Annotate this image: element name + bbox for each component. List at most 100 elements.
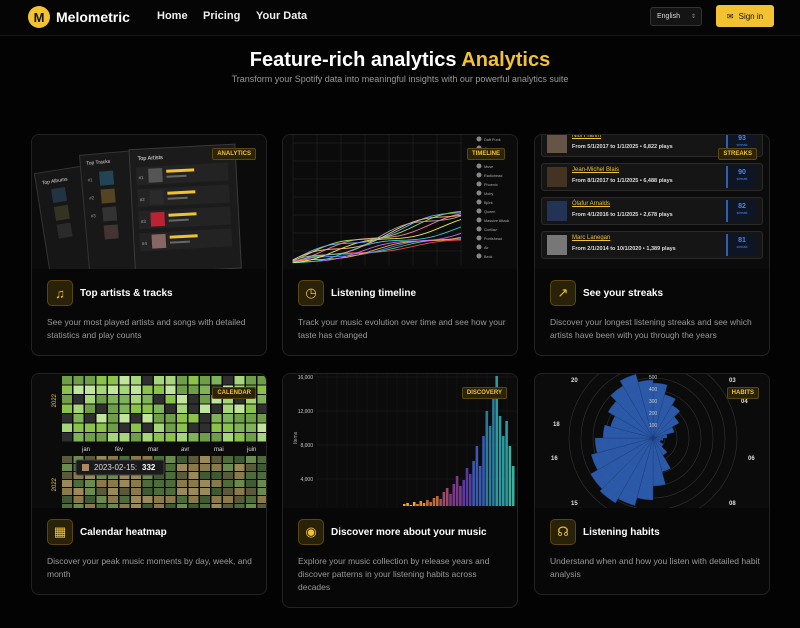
artist-name[interactable]: Marc Lanegan <box>572 235 610 241</box>
heatmap-cell <box>257 385 266 394</box>
heatmap-cell <box>131 376 141 385</box>
mail-icon: ✉ <box>726 11 734 21</box>
bar <box>488 426 492 506</box>
heatmap-cell <box>165 464 176 471</box>
heatmap-cell <box>188 472 199 479</box>
bar <box>492 396 495 506</box>
heatmap-cell <box>246 433 256 442</box>
discovery-preview: Items 16,000 12,000 8,000 4,000 DISCOVER… <box>283 374 517 508</box>
heatmap-cell <box>234 423 245 432</box>
card-badge: CALENDAR <box>212 387 256 399</box>
hero-subtitle: Transform your Spotify data into meaning… <box>231 74 569 84</box>
heatmap-cell <box>246 472 256 479</box>
heatmap-cell <box>131 423 141 432</box>
heatmap-cell <box>119 404 130 413</box>
bar <box>449 494 452 506</box>
heatmap-cell <box>108 423 118 432</box>
heatmap-cell <box>257 472 266 479</box>
streak-row[interactable]: Ólafur Arnalds From 4/1/2016 to 1/1/2025… <box>541 197 763 225</box>
feature-card-top-artists[interactable]: Top Albums Top Tracks #1 #2 #3 Top Artis… <box>31 134 267 356</box>
brand-name[interactable]: Melometric <box>56 9 130 25</box>
heatmap-cell <box>200 433 210 442</box>
bar <box>432 498 436 506</box>
sign-in-label: Sign in <box>738 11 764 21</box>
heatmap-cell <box>200 456 210 463</box>
bar <box>469 474 472 506</box>
nav-your-data-link[interactable]: Your Data <box>256 10 307 22</box>
heatmap-cell <box>177 496 187 503</box>
legend-dot <box>476 181 482 187</box>
heatmap-cell <box>62 404 72 413</box>
artist-name[interactable]: Ólafur Arnalds <box>572 201 610 207</box>
chevron-updown-icon: ⇕ <box>690 14 696 20</box>
heatmap-cell <box>246 488 256 495</box>
heatmap-cell <box>154 404 164 413</box>
heatmap-cell <box>85 395 95 404</box>
legend-dot <box>476 199 482 205</box>
hero-title-text: Feature-rich analytics <box>249 49 457 71</box>
heatmap-cell <box>165 472 176 479</box>
language-select[interactable]: English ⇕ <box>650 7 702 26</box>
heatmap-cell <box>131 385 141 394</box>
rank-label: #2 <box>89 195 95 200</box>
artist-name[interactable]: Nils Frahm <box>572 135 601 139</box>
heatmap-cell <box>234 404 245 413</box>
rank-label: #3 <box>91 213 97 218</box>
heatmap-cell <box>108 480 118 487</box>
nav-home-link[interactable]: Home <box>157 10 188 22</box>
heatmap-cell <box>223 414 233 423</box>
streak-score-label: streak <box>736 210 748 215</box>
heatmap-cell <box>154 433 164 442</box>
heatmap-cell <box>85 488 95 495</box>
heatmap-cell <box>108 496 118 503</box>
heatmap-cell <box>200 395 210 404</box>
legend-label: Massive Attack <box>484 219 509 223</box>
heatmap-cell <box>234 480 245 487</box>
heatmap-cell <box>119 414 130 423</box>
artist-name[interactable]: Jean-Michel Blais <box>572 167 619 173</box>
heatmap-cell <box>131 480 141 487</box>
heatmap-cell <box>188 395 199 404</box>
feature-card-habits[interactable]: 20 03 04 18 16 06 15 08 500 400 300 200 … <box>534 373 770 595</box>
streak-score-label: streak <box>736 176 748 181</box>
heatmap-cell <box>62 385 72 394</box>
streak-row[interactable]: Jean-Michel Blais From 8/1/2017 to 1/1/2… <box>541 163 763 191</box>
heatmap-cell <box>200 488 210 495</box>
heatmap-cell <box>246 496 256 503</box>
bar <box>505 421 508 506</box>
heatmap-cell <box>234 488 245 495</box>
feature-card-discovery[interactable]: Items 16,000 12,000 8,000 4,000 DISCOVER… <box>282 373 518 608</box>
heatmap-cell <box>223 480 233 487</box>
ring-label: 200 <box>649 411 658 417</box>
feature-card-calendar[interactable]: 2022 2022 jan fév mar avr mai juin 2023-02-15… <box>31 373 267 595</box>
heatmap-cell <box>73 414 84 423</box>
nav-pricing-link[interactable]: Pricing <box>203 10 240 22</box>
heatmap-cell <box>62 395 72 404</box>
feature-card-timeline[interactable]: Daft PunkAirJusticeMuseRadioheadPhoenixM… <box>282 134 518 356</box>
month-label: juin <box>246 447 256 453</box>
heatmap-cell <box>62 496 72 503</box>
heatmap-cell <box>246 423 256 432</box>
month-label: fév <box>115 447 123 453</box>
heatmap-cell <box>62 376 72 385</box>
sign-in-button[interactable]: ✉ Sign in <box>716 5 774 27</box>
heatmap-cell <box>177 433 187 442</box>
card-badge: DISCOVERY <box>461 387 507 399</box>
heatmap-cell <box>257 496 266 503</box>
feature-card-streaks[interactable]: Nils Frahm From 5/1/2017 to 1/1/2025 • 6… <box>534 134 770 356</box>
heatmap-cell <box>200 404 210 413</box>
hour-label: 04 <box>741 399 748 405</box>
heatmap-cell <box>165 404 176 413</box>
heatmap-cell <box>165 496 176 503</box>
legend-label: Portishead <box>484 237 502 241</box>
logo-icon[interactable]: M <box>28 6 50 28</box>
heatmap-cell <box>223 504 233 508</box>
legend-dot <box>476 235 482 241</box>
bar <box>472 461 475 506</box>
y-tick: 12,000 <box>298 409 314 415</box>
heatmap-cell <box>119 376 130 385</box>
hero-title: Feature-rich analytics Analytics <box>0 49 800 72</box>
heatmap-cell <box>108 414 118 423</box>
heatmap-cell <box>96 504 107 508</box>
streak-row[interactable]: Marc Lanegan From 2/1/2014 to 10/1/2020 … <box>541 231 763 259</box>
